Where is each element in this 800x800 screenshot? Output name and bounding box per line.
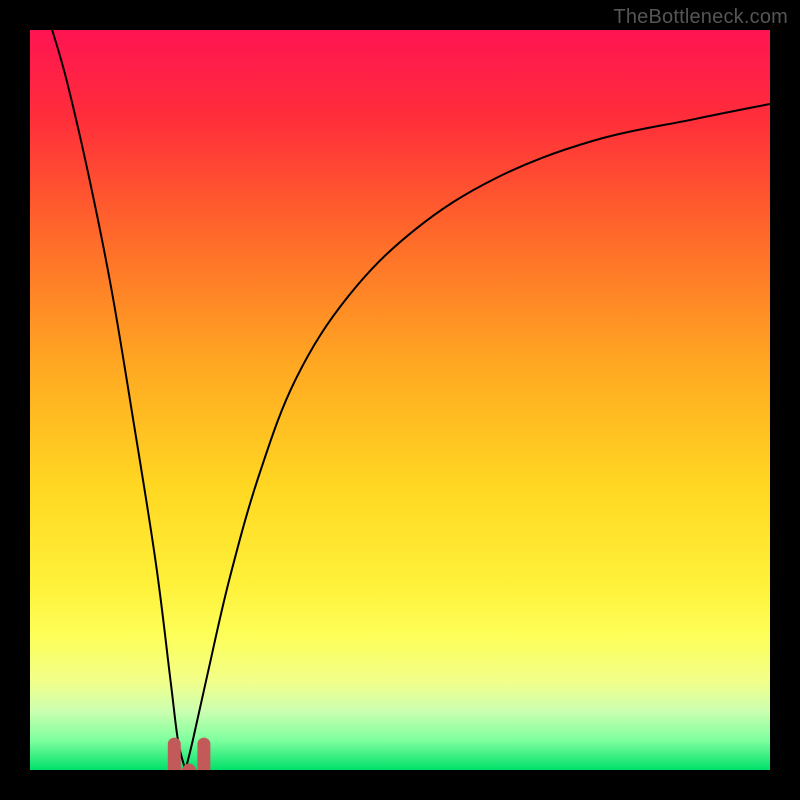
series-bottleneck-curve-left (52, 30, 185, 770)
outer-frame: TheBottleneck.com (0, 0, 800, 800)
watermark-text: TheBottleneck.com (613, 6, 788, 29)
plot-area (30, 30, 770, 770)
series-bottleneck-curve-right (185, 104, 770, 770)
curve-layer (30, 30, 770, 770)
